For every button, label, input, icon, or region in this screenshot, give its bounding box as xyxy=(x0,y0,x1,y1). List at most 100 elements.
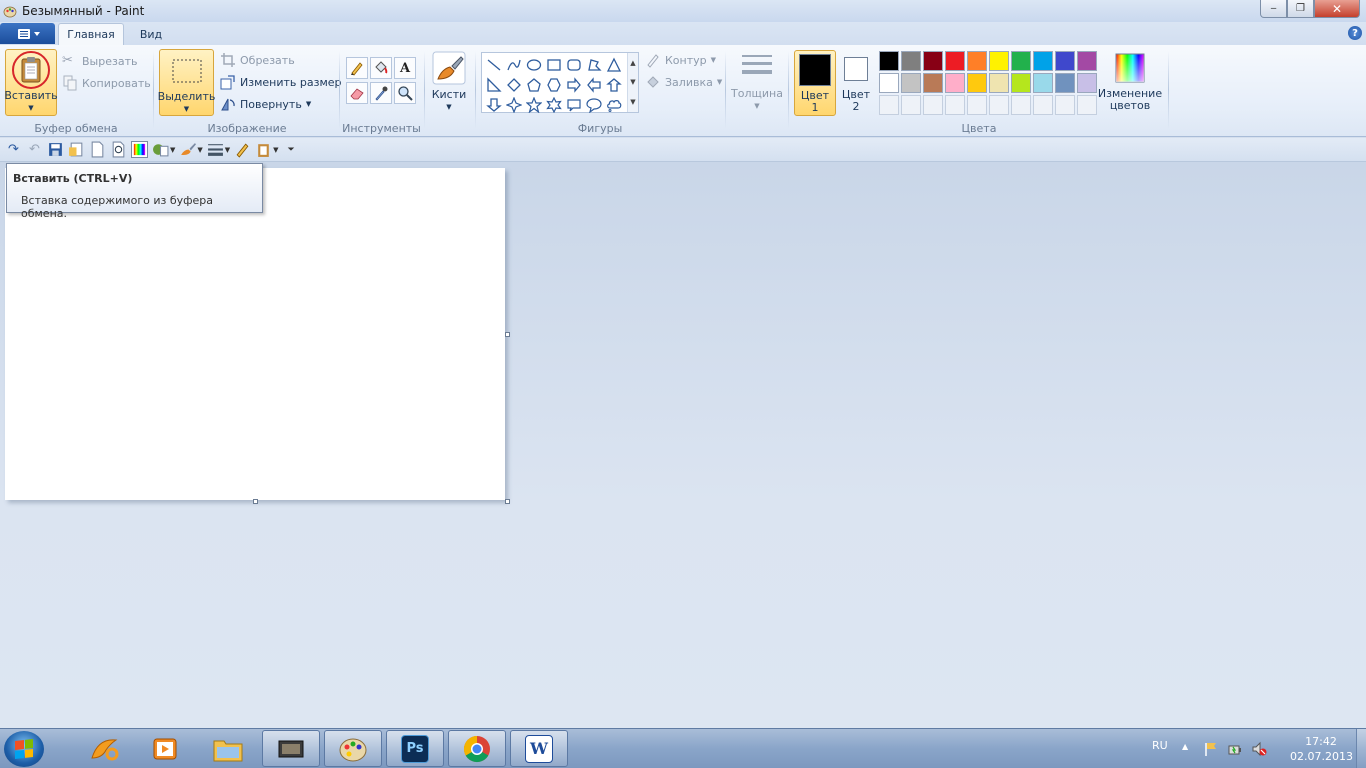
clock[interactable]: 17:42 02.07.2013 xyxy=(1290,734,1353,764)
four-point-star-shape[interactable] xyxy=(504,95,524,115)
color2-button[interactable]: Цвет 2 xyxy=(838,50,874,116)
edit-colors-qat-icon[interactable] xyxy=(131,141,148,158)
shapes-scroll[interactable]: ▲ ▼ ▼ xyxy=(627,53,638,112)
clipboard-qat-icon[interactable] xyxy=(255,141,272,158)
taskbar-app-1[interactable] xyxy=(76,730,134,767)
palette-swatch[interactable] xyxy=(901,51,921,71)
pentagon-shape[interactable] xyxy=(524,75,544,95)
rounded-rectangle-shape[interactable] xyxy=(564,55,584,75)
oval-callout-shape[interactable] xyxy=(584,95,604,115)
palette-custom-slot[interactable] xyxy=(1055,95,1075,115)
palette-custom-slot[interactable] xyxy=(945,95,965,115)
size-button[interactable]: Толщина ▼ xyxy=(731,51,783,115)
palette-swatch[interactable] xyxy=(989,73,1009,93)
pencil-tool[interactable] xyxy=(346,57,368,79)
text-tool[interactable]: A xyxy=(394,57,416,79)
paint-app-icon[interactable] xyxy=(3,4,17,18)
print-preview-icon[interactable] xyxy=(110,141,127,158)
palette-swatch[interactable] xyxy=(1011,73,1031,93)
cut-button[interactable]: ✂ Вырезать xyxy=(62,51,137,71)
triangle-shape[interactable] xyxy=(604,55,624,75)
rectangle-shape[interactable] xyxy=(544,55,564,75)
palette-swatch[interactable] xyxy=(923,73,943,93)
six-point-star-shape[interactable] xyxy=(544,95,564,115)
diamond-shape[interactable] xyxy=(504,75,524,95)
maximize-button[interactable]: ❐ xyxy=(1287,0,1314,18)
new-file-icon[interactable] xyxy=(89,141,106,158)
palette-swatch[interactable] xyxy=(1055,73,1075,93)
paste-button[interactable]: Вставить ▼ xyxy=(4,49,58,116)
tab-view[interactable]: Вид xyxy=(128,23,174,45)
scroll-up-icon[interactable]: ▲ xyxy=(630,59,635,67)
power-icon[interactable] xyxy=(1227,741,1243,757)
palette-custom-slot[interactable] xyxy=(967,95,987,115)
tab-home[interactable]: Главная xyxy=(58,23,124,45)
paste-special-icon[interactable] xyxy=(152,141,169,158)
resize-button[interactable]: Изменить размер xyxy=(220,72,342,92)
five-point-star-shape[interactable] xyxy=(524,95,544,115)
select-button[interactable]: Выделить ▼ xyxy=(158,49,215,116)
taskbar-media-player[interactable] xyxy=(136,730,194,767)
palette-swatch[interactable] xyxy=(1011,51,1031,71)
palette-swatch[interactable] xyxy=(967,73,987,93)
palette-swatch[interactable] xyxy=(901,73,921,93)
customize-qat-icon[interactable]: ⏷ xyxy=(283,141,300,158)
palette-swatch[interactable] xyxy=(1033,73,1053,93)
save-icon[interactable] xyxy=(47,141,64,158)
hexagon-shape[interactable] xyxy=(544,75,564,95)
resize-handle-corner[interactable] xyxy=(505,499,510,504)
left-arrow-shape[interactable] xyxy=(584,75,604,95)
taskbar-chrome[interactable] xyxy=(448,730,506,767)
help-icon[interactable]: ? xyxy=(1348,26,1362,40)
palette-swatch[interactable] xyxy=(967,51,987,71)
magnifier-tool[interactable] xyxy=(394,82,416,104)
palette-swatch[interactable] xyxy=(945,73,965,93)
taskbar-explorer[interactable] xyxy=(199,730,257,767)
palette-custom-slot[interactable] xyxy=(901,95,921,115)
language-indicator[interactable]: RU xyxy=(1152,739,1168,752)
rotate-button[interactable]: Повернуть ▼ xyxy=(220,94,311,114)
palette-swatch[interactable] xyxy=(923,51,943,71)
taskbar-paint[interactable] xyxy=(324,730,382,767)
cloud-callout-shape[interactable] xyxy=(604,95,624,115)
right-triangle-shape[interactable] xyxy=(484,75,504,95)
copy-button[interactable]: Копировать xyxy=(62,73,151,93)
action-center-flag-icon[interactable] xyxy=(1203,741,1219,757)
dropdown-arrow-icon[interactable]: ▼ xyxy=(225,146,230,154)
palette-swatch[interactable] xyxy=(1077,73,1097,93)
rect-callout-shape[interactable] xyxy=(564,95,584,115)
minimize-button[interactable]: ‒ xyxy=(1260,0,1287,18)
down-arrow-shape[interactable] xyxy=(484,95,504,115)
palette-custom-slot[interactable] xyxy=(923,95,943,115)
eraser-tool[interactable] xyxy=(346,82,368,104)
palette-custom-slot[interactable] xyxy=(1033,95,1053,115)
outline-button[interactable]: Контур ▼ xyxy=(645,50,716,70)
resize-handle-right[interactable] xyxy=(505,332,510,337)
fill-button[interactable]: Заливка ▼ xyxy=(645,72,722,92)
brushes-button[interactable]: Кисти ▼ xyxy=(429,51,469,115)
curve-shape[interactable] xyxy=(504,55,524,75)
close-button[interactable]: ✕ xyxy=(1314,0,1360,18)
redo-icon[interactable]: ↷ xyxy=(5,141,22,158)
palette-swatch[interactable] xyxy=(989,51,1009,71)
resize-handle-bottom[interactable] xyxy=(253,499,258,504)
dropdown-arrow-icon[interactable]: ▼ xyxy=(170,146,175,154)
open-file-icon[interactable] xyxy=(68,141,85,158)
dropdown-arrow-icon[interactable]: ▼ xyxy=(197,146,202,154)
palette-swatch[interactable] xyxy=(879,51,899,71)
up-arrow-shape[interactable] xyxy=(604,75,624,95)
oval-shape[interactable] xyxy=(524,55,544,75)
brush-qat-icon[interactable] xyxy=(179,141,197,158)
taskbar-app-4[interactable] xyxy=(262,730,320,767)
palette-swatch[interactable] xyxy=(945,51,965,71)
taskbar-photoshop[interactable]: Ps xyxy=(386,730,444,767)
line-shape[interactable] xyxy=(484,55,504,75)
dropdown-arrow-icon[interactable]: ▼ xyxy=(273,146,278,154)
volume-muted-icon[interactable] xyxy=(1251,741,1267,757)
right-arrow-shape[interactable] xyxy=(564,75,584,95)
palette-swatch[interactable] xyxy=(879,73,899,93)
palette-custom-slot[interactable] xyxy=(1011,95,1031,115)
start-button[interactable] xyxy=(4,731,44,767)
fill-tool[interactable] xyxy=(370,57,392,79)
polygon-shape[interactable] xyxy=(584,55,604,75)
